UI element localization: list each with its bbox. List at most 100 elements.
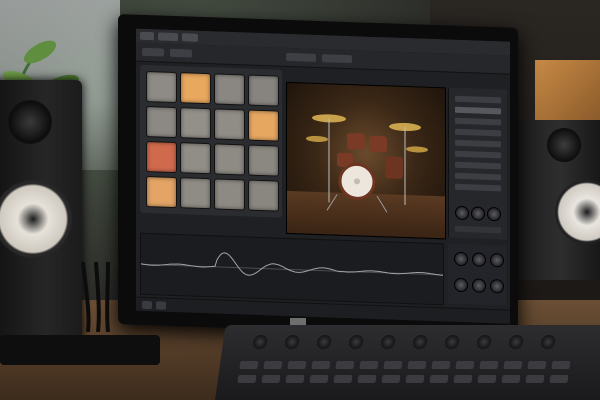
- knob-icon[interactable]: [471, 206, 485, 221]
- instrument-list-item[interactable]: [455, 128, 501, 137]
- controller-knob-icon[interactable]: [284, 335, 301, 349]
- studio-scene: [0, 0, 600, 400]
- knob-icon[interactable]: [490, 252, 504, 268]
- instrument-list-item[interactable]: [455, 172, 501, 181]
- controller-knob-icon[interactable]: [444, 335, 461, 349]
- knob-icon[interactable]: [455, 205, 469, 221]
- drum-pad-grid: [140, 64, 282, 218]
- drum-pad[interactable]: [248, 144, 279, 177]
- controller-button[interactable]: [503, 361, 523, 369]
- controller-knob-icon[interactable]: [508, 335, 525, 349]
- drum-pad[interactable]: [248, 109, 279, 142]
- drum-pad[interactable]: [180, 72, 211, 105]
- controller-knob-icon[interactable]: [380, 335, 397, 349]
- controller-knob-icon[interactable]: [540, 335, 557, 349]
- cable-icon: [81, 262, 110, 332]
- controller-button[interactable]: [381, 375, 401, 383]
- controller-button[interactable]: [455, 361, 475, 369]
- speaker-tweeter-icon: [547, 128, 581, 162]
- controller-button[interactable]: [431, 361, 451, 369]
- knob-icon[interactable]: [472, 278, 486, 293]
- instrument-list-item[interactable]: [455, 117, 501, 126]
- knob-icon[interactable]: [490, 278, 504, 294]
- drum-pad[interactable]: [214, 143, 245, 176]
- menu-item[interactable]: [158, 32, 178, 42]
- drum-pad[interactable]: [214, 73, 245, 106]
- controller-button[interactable]: [407, 361, 427, 369]
- instrument-list-item[interactable]: [455, 183, 501, 192]
- controller-button[interactable]: [263, 361, 283, 369]
- controller-button[interactable]: [479, 361, 499, 369]
- controller-button[interactable]: [405, 375, 425, 383]
- waveform-icon: [141, 252, 443, 276]
- right-speaker: [515, 120, 600, 280]
- waveform-path: [141, 252, 443, 276]
- instrument-list-item[interactable]: [455, 95, 501, 104]
- instrument-list: [448, 87, 507, 240]
- controller-knob-icon[interactable]: [412, 335, 429, 349]
- toolbar-button[interactable]: [322, 54, 352, 64]
- controller-button[interactable]: [429, 375, 449, 383]
- controller-button[interactable]: [261, 375, 281, 383]
- controller-button[interactable]: [549, 375, 569, 383]
- mixer-panel: [448, 243, 506, 306]
- controller-button[interactable]: [477, 375, 497, 383]
- knob-icon[interactable]: [454, 251, 468, 267]
- instrument-list-item[interactable]: [455, 106, 501, 115]
- toolbar-button[interactable]: [170, 48, 192, 58]
- drum-pad[interactable]: [180, 107, 211, 140]
- drum-pad[interactable]: [214, 108, 245, 141]
- instrument-list-item[interactable]: [455, 150, 501, 159]
- left-speaker: [0, 80, 82, 340]
- daw-screen: [136, 28, 510, 324]
- instrument-list-item[interactable]: [455, 139, 501, 148]
- controller-button[interactable]: [453, 375, 473, 383]
- controller-button[interactable]: [359, 361, 379, 369]
- controller-knob-icon[interactable]: [476, 335, 493, 349]
- toolbar-button[interactable]: [286, 52, 316, 62]
- controller-button[interactable]: [383, 361, 403, 369]
- controller-button[interactable]: [357, 375, 377, 383]
- drum-pad[interactable]: [146, 105, 177, 139]
- drum-pad[interactable]: [214, 178, 245, 211]
- speaker-tweeter-icon: [8, 100, 52, 144]
- drum-pad[interactable]: [248, 74, 279, 107]
- knob-icon[interactable]: [454, 277, 468, 293]
- controller-button[interactable]: [501, 375, 521, 383]
- controller-button[interactable]: [335, 361, 355, 369]
- controller-knob-icon[interactable]: [348, 335, 365, 349]
- drum-kit-image-icon: [306, 114, 428, 213]
- drum-pad[interactable]: [146, 70, 177, 104]
- drum-pad[interactable]: [180, 177, 211, 210]
- controller-button[interactable]: [527, 361, 547, 369]
- wood-box: [535, 60, 600, 122]
- knob-icon[interactable]: [472, 252, 486, 267]
- side-footer: [455, 225, 501, 234]
- controller-button[interactable]: [311, 361, 331, 369]
- controller-button[interactable]: [287, 361, 307, 369]
- midi-controller: [215, 325, 600, 400]
- drum-pad[interactable]: [146, 175, 177, 209]
- drum-pad[interactable]: [146, 140, 177, 174]
- controller-button[interactable]: [237, 375, 257, 383]
- toolbar-button[interactable]: [142, 47, 164, 57]
- drum-kit-preview[interactable]: [286, 81, 446, 240]
- speaker-woofer-icon: [0, 180, 72, 258]
- controller-button[interactable]: [551, 361, 571, 369]
- instrument-list-item[interactable]: [455, 161, 501, 170]
- menu-item[interactable]: [182, 33, 198, 42]
- drum-pad[interactable]: [248, 179, 279, 212]
- controller-button[interactable]: [525, 375, 545, 383]
- controller-knob-icon[interactable]: [252, 335, 269, 349]
- controller-button[interactable]: [333, 375, 353, 383]
- controller-button[interactable]: [285, 375, 305, 383]
- knob-icon[interactable]: [487, 206, 501, 222]
- waveform-panel[interactable]: [140, 232, 444, 306]
- menu-item[interactable]: [140, 31, 154, 41]
- status-item: [156, 301, 166, 310]
- controller-button[interactable]: [239, 361, 259, 369]
- status-item: [142, 300, 152, 310]
- drum-pad[interactable]: [180, 142, 211, 175]
- controller-knob-icon[interactable]: [316, 335, 333, 349]
- controller-button[interactable]: [309, 375, 329, 383]
